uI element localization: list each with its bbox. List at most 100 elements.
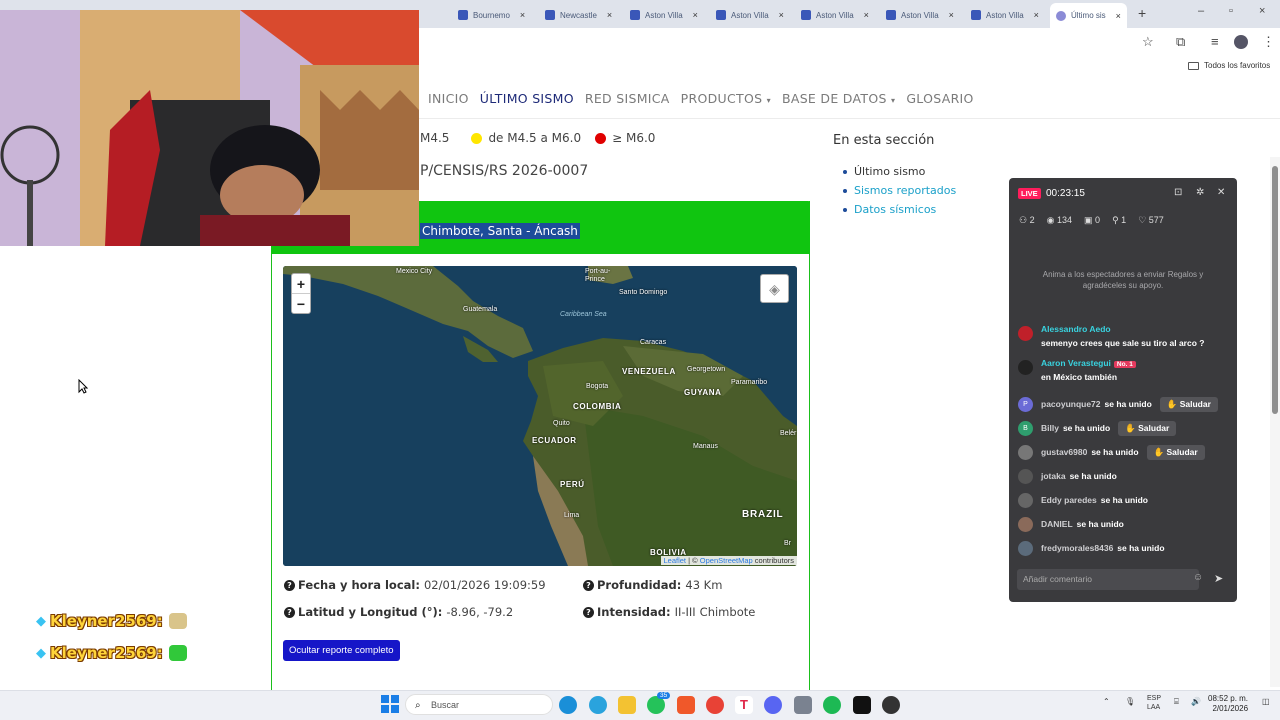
layers-icon[interactable]: ◈ bbox=[760, 274, 789, 303]
tray-expand-icon[interactable]: ⌃ bbox=[1103, 697, 1110, 706]
close-tab-icon[interactable]: × bbox=[949, 10, 954, 20]
browser-tab[interactable]: Aston Villa × bbox=[716, 6, 784, 24]
salute-button[interactable]: ✋ Saludar bbox=[1146, 444, 1205, 460]
browser-tab[interactable]: Newcastle × bbox=[545, 6, 612, 24]
browser-menu-icon[interactable]: ⋮ bbox=[1262, 34, 1275, 50]
join-user[interactable]: jotaka bbox=[1041, 471, 1066, 481]
info-value: -8.96, -79.2 bbox=[446, 605, 514, 619]
language-indicator[interactable]: ESP LAA bbox=[1147, 694, 1161, 712]
notifications-icon[interactable]: ◫ bbox=[1262, 697, 1270, 706]
gift-hint: Anima a los espectadores a enviar Regalo… bbox=[1042, 270, 1204, 290]
earthquake-map[interactable]: Mexico City Guatemala Port-au- Prince Sa… bbox=[283, 266, 797, 566]
leaflet-link[interactable]: Leaflet bbox=[664, 556, 687, 565]
discord-icon[interactable] bbox=[764, 696, 782, 714]
map-label-belem: Belér bbox=[780, 430, 797, 437]
nav-item-glosario[interactable]: GLOSARIO bbox=[906, 91, 973, 106]
close-tab-icon[interactable]: × bbox=[693, 10, 698, 20]
map-label-caribbean-sea: Caribbean Sea bbox=[560, 311, 607, 318]
close-tab-icon[interactable]: × bbox=[607, 10, 612, 20]
avatar bbox=[1018, 444, 1033, 460]
typora-icon[interactable]: T bbox=[735, 696, 753, 714]
maximize-icon[interactable]: ▫ bbox=[1229, 5, 1233, 17]
eye-icon: ◉ bbox=[1046, 215, 1055, 225]
edge-icon[interactable] bbox=[559, 696, 577, 714]
tiktok-icon[interactable] bbox=[853, 696, 871, 714]
map-label-georgetown: Georgetown bbox=[687, 366, 726, 373]
zoom-in-button[interactable]: + bbox=[292, 274, 310, 294]
close-tab-icon[interactable]: × bbox=[520, 10, 525, 20]
emoji-icon[interactable]: ☺ bbox=[1193, 572, 1203, 583]
help-icon[interactable]: ? bbox=[284, 606, 295, 618]
volume-icon[interactable]: 🔊 bbox=[1191, 697, 1201, 706]
nav-item-productos[interactable]: PRODUCTOS ▾ bbox=[681, 91, 771, 106]
taskbar-clock[interactable]: 08:52 p. m. 2/01/2026 bbox=[1208, 694, 1248, 714]
help-icon[interactable]: ? bbox=[583, 579, 594, 591]
join-user[interactable]: DANIEL bbox=[1041, 519, 1073, 529]
chat-user[interactable]: Alessandro Aedo bbox=[1041, 324, 1111, 334]
chevron-down-icon: ▾ bbox=[766, 96, 771, 105]
chevron-down-icon: ▾ bbox=[890, 96, 896, 105]
close-tab-icon[interactable]: × bbox=[1034, 10, 1039, 20]
chrome-icon[interactable] bbox=[706, 696, 724, 714]
join-user[interactable]: Eddy paredes bbox=[1041, 495, 1097, 505]
tab-label: Aston Villa bbox=[645, 10, 683, 20]
help-icon[interactable]: ? bbox=[284, 579, 295, 591]
nav-item-ultimo-sismo[interactable]: ÚLTIMO SISMO bbox=[480, 91, 574, 106]
section-item-sismos-reportados[interactable]: Sismos reportados bbox=[843, 183, 956, 198]
join-user[interactable]: pacoyunque72 bbox=[1041, 399, 1101, 409]
network-icon[interactable]: ⌸ bbox=[1174, 697, 1179, 707]
salute-button[interactable]: ✋ Saludar bbox=[1159, 396, 1218, 412]
scrollbar-thumb[interactable] bbox=[1272, 166, 1278, 414]
microphone-icon[interactable]: 🎙 bbox=[1125, 697, 1135, 706]
close-window-icon[interactable]: × bbox=[1259, 5, 1265, 17]
join-user[interactable]: fredymorales8436 bbox=[1041, 543, 1113, 553]
section-item-ultimo-sismo[interactable]: Último sismo bbox=[843, 164, 956, 179]
taskbar-search[interactable]: ⌕ Buscar bbox=[405, 694, 553, 715]
lock-icon[interactable]: ⊡ bbox=[1174, 187, 1182, 198]
zoom-out-button[interactable]: − bbox=[292, 294, 310, 314]
spotify-icon[interactable] bbox=[823, 696, 841, 714]
join-user[interactable]: gustav6980 bbox=[1041, 447, 1087, 457]
close-tab-icon[interactable]: × bbox=[779, 10, 784, 20]
browser-tab[interactable]: Aston Villa × bbox=[886, 6, 954, 24]
file-explorer-icon[interactable] bbox=[618, 696, 636, 714]
join-user[interactable]: Billy bbox=[1041, 423, 1059, 433]
extensions-icon[interactable]: ⧉ bbox=[1176, 34, 1185, 50]
hide-report-button[interactable]: Ocultar reporte completo bbox=[283, 640, 400, 661]
calculator-icon[interactable] bbox=[794, 696, 812, 714]
comment-input[interactable]: Añadir comentario bbox=[1017, 569, 1199, 590]
windows-start-icon[interactable] bbox=[381, 695, 399, 713]
close-tab-icon[interactable]: × bbox=[1116, 11, 1121, 21]
profile-avatar[interactable] bbox=[1234, 35, 1248, 49]
salute-button[interactable]: ✋ Saludar bbox=[1118, 420, 1177, 436]
send-icon[interactable]: ➤ bbox=[1214, 572, 1223, 585]
brave-icon[interactable] bbox=[677, 696, 695, 714]
attribution-separator: | © bbox=[686, 556, 700, 565]
browser-tab-active[interactable]: Último sis × bbox=[1050, 3, 1127, 28]
browser-tab[interactable]: Aston Villa × bbox=[801, 6, 869, 24]
osm-link[interactable]: OpenStreetMap bbox=[700, 556, 753, 565]
bookmark-star-icon[interactable]: ☆ bbox=[1142, 34, 1154, 50]
chat-user[interactable]: Aaron Verastegui No. 1 bbox=[1041, 358, 1136, 368]
close-panel-icon[interactable]: ✕ bbox=[1217, 187, 1225, 198]
new-tab-icon[interactable]: + bbox=[1138, 5, 1146, 21]
minimize-icon[interactable]: – bbox=[1198, 5, 1204, 17]
telegram-icon[interactable] bbox=[589, 696, 607, 714]
browser-tab[interactable]: Aston Villa × bbox=[971, 6, 1039, 24]
section-item-datos-sismicos[interactable]: Datos sísmicos bbox=[843, 202, 956, 217]
close-tab-icon[interactable]: × bbox=[864, 10, 869, 20]
media-control-icon[interactable]: ≡ bbox=[1211, 34, 1219, 49]
browser-tab[interactable]: Aston Villa × bbox=[630, 6, 698, 24]
join-text: se ha unido bbox=[1117, 543, 1165, 553]
all-bookmarks-folder[interactable]: Todos los favoritos bbox=[1188, 61, 1270, 70]
settings-icon[interactable]: ✲ bbox=[1196, 187, 1204, 198]
nav-item-red-sismica[interactable]: RED SISMICA bbox=[585, 91, 670, 106]
nav-item-inicio[interactable]: INICIO bbox=[428, 91, 469, 106]
browser-tab[interactable]: Bournemo × bbox=[458, 6, 525, 24]
tab-label: Aston Villa bbox=[986, 10, 1024, 20]
obs-icon[interactable] bbox=[882, 696, 900, 714]
stat-likes: ♡ 577 bbox=[1138, 215, 1164, 226]
help-icon[interactable]: ? bbox=[583, 606, 594, 618]
map-label-brasilia: Br bbox=[784, 540, 791, 547]
nav-item-base-de-datos[interactable]: BASE DE DATOS ▾ bbox=[782, 91, 895, 106]
